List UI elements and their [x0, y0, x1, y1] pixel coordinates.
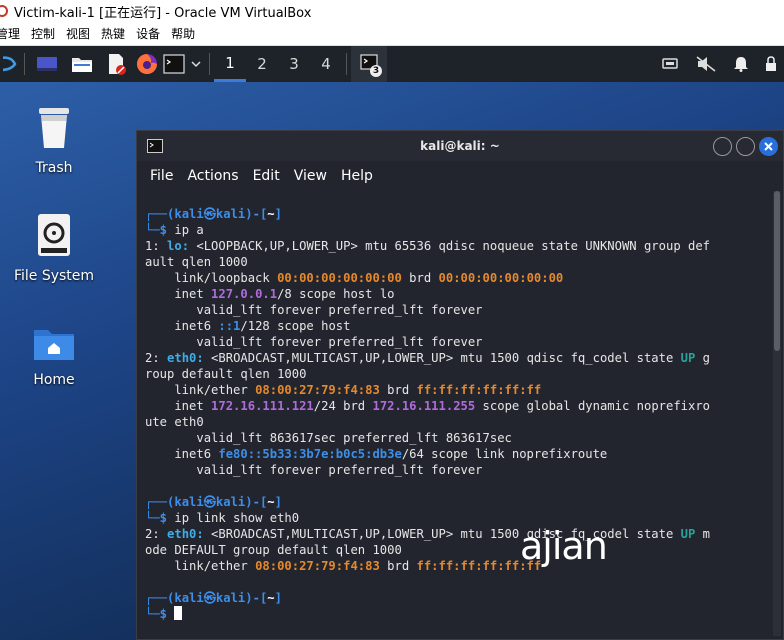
output-line: roup default qlen 1000 [145, 367, 307, 381]
lock-icon[interactable] [758, 46, 784, 82]
home-folder-icon [34, 330, 74, 360]
menu-edit[interactable]: Edit [253, 168, 280, 184]
menu-manage[interactable]: 管理 [0, 25, 20, 42]
output-line: valid_lft 863617sec preferred_lft 863617… [145, 431, 512, 445]
output-line: link/loopback 00:00:00:00:00:00 brd 00:0… [145, 271, 564, 285]
terminal-menu-bar: File Actions Edit View Help [137, 161, 783, 191]
scrollbar-thumb[interactable] [774, 191, 780, 351]
terminal-output[interactable]: ┌──(kali㉿kali)-[~] └─$ ip a 1: lo: <LOOP… [137, 206, 769, 640]
output-line: link/ether 08:00:27:79:f4:83 brd ff:ff:f… [145, 383, 542, 397]
minimize-button[interactable] [713, 137, 732, 156]
text-editor-icon[interactable] [99, 46, 133, 82]
terminal-scrollbar[interactable] [773, 191, 781, 636]
watermark-text: ajian [520, 524, 608, 568]
volume-muted-icon[interactable] [688, 46, 724, 82]
output-line: inet 127.0.0.1/8 scope host lo [145, 287, 395, 301]
terminal-title: kali@kali: ~ [420, 139, 500, 153]
menu-view[interactable]: View [294, 168, 327, 184]
prompt-line: ┌──(kali㉿kali)-[~] [145, 591, 282, 605]
firefox-icon[interactable] [133, 46, 161, 82]
menu-control[interactable]: 控制 [31, 25, 55, 42]
network-icon[interactable] [652, 46, 688, 82]
output-line: inet 172.16.111.121/24 brd 172.16.111.25… [145, 399, 711, 413]
command-line: └─$ ip link show eth0 [145, 511, 300, 525]
file-manager-icon[interactable] [65, 46, 99, 82]
kali-menu-icon[interactable] [0, 46, 20, 82]
output-line: ault qlen 1000 [145, 255, 248, 269]
workspace-3[interactable]: 3 [278, 46, 310, 82]
prompt-line: ┌──(kali㉿kali)-[~] [145, 495, 282, 509]
window-title: Victim-kali-1 [正在运行] - Oracle VM Virtual… [14, 5, 312, 21]
menu-view[interactable]: 视图 [66, 25, 90, 42]
menu-help[interactable]: Help [341, 168, 373, 184]
output-line: 1: lo: <LOOPBACK,UP,LOWER_UP> mtu 65536 … [145, 239, 711, 253]
terminal-title-bar[interactable]: kali@kali: ~ [137, 131, 783, 161]
menu-file[interactable]: File [150, 168, 173, 184]
window-count-badge: 3 [370, 65, 382, 77]
command-line[interactable]: └─$ [145, 606, 769, 622]
top-panel: 1 2 3 4 3 [0, 46, 784, 82]
menu-actions[interactable]: Actions [187, 168, 238, 184]
output-line: 2: eth0: <BROADCAST,MULTICAST,UP,LOWER_U… [145, 351, 711, 365]
workspace-4[interactable]: 4 [310, 46, 342, 82]
desktop-icon-label: File System [13, 268, 95, 284]
menu-help[interactable]: 帮助 [171, 25, 195, 42]
terminal-window: kali@kali: ~ File Actions Edit View Help… [136, 130, 784, 640]
text-cursor [174, 606, 183, 620]
output-line: 2: eth0: <BROADCAST,MULTICAST,UP,LOWER_U… [145, 527, 711, 541]
virtualbox-title-bar: Victim-kali-1 [正在运行] - Oracle VM Virtual… [0, 0, 784, 22]
panel-separator [209, 53, 210, 75]
virtualbox-menu-bar: 管理 控制 视图 热键 设备 帮助 [0, 22, 784, 46]
desktop-icon-label: Home [33, 372, 75, 388]
close-button[interactable] [759, 137, 778, 156]
terminal-launcher-icon[interactable] [161, 46, 187, 82]
output-line: inet6 ::1/128 scope host [145, 319, 351, 333]
output-line: inet6 fe80::5b33:3b7e:b0c5:db3e/64 scope… [145, 447, 608, 461]
output-line: valid_lft forever preferred_lft forever [145, 463, 483, 477]
close-icon [764, 142, 773, 151]
workspace-1[interactable]: 1 [214, 46, 246, 82]
notifications-icon[interactable] [724, 46, 758, 82]
output-line: link/ether 08:00:27:79:f4:83 brd ff:ff:f… [145, 559, 542, 573]
chevron-down-icon[interactable] [187, 46, 205, 82]
desktop-icon-home[interactable]: Home [0, 326, 109, 388]
maximize-button[interactable] [736, 137, 755, 156]
command-line: └─$ ip a [145, 223, 204, 237]
taskbar-terminal-button[interactable]: 3 [351, 46, 387, 82]
prompt-line: ┌──(kali㉿kali)-[~] [145, 207, 282, 221]
show-desktop-icon[interactable] [29, 46, 65, 82]
panel-separator [346, 53, 347, 75]
output-line: valid_lft forever preferred_lft forever [145, 335, 483, 349]
menu-devices[interactable]: 设备 [136, 25, 160, 42]
workspace-2[interactable]: 2 [246, 46, 278, 82]
trash-icon [39, 108, 69, 148]
panel-separator [24, 53, 25, 75]
drive-icon [38, 214, 70, 256]
desktop-icon-label: Trash [35, 160, 73, 176]
output-line: valid_lft forever preferred_lft forever [145, 303, 483, 317]
output-line: ute eth0 [145, 415, 204, 429]
output-line: ode DEFAULT group default qlen 1000 [145, 543, 402, 557]
virtualbox-logo-icon [0, 5, 8, 17]
desktop-icon-trash[interactable]: Trash [0, 104, 109, 176]
desktop-icon-file-system[interactable]: File System [0, 212, 109, 284]
menu-hotkeys[interactable]: 热键 [101, 25, 125, 42]
